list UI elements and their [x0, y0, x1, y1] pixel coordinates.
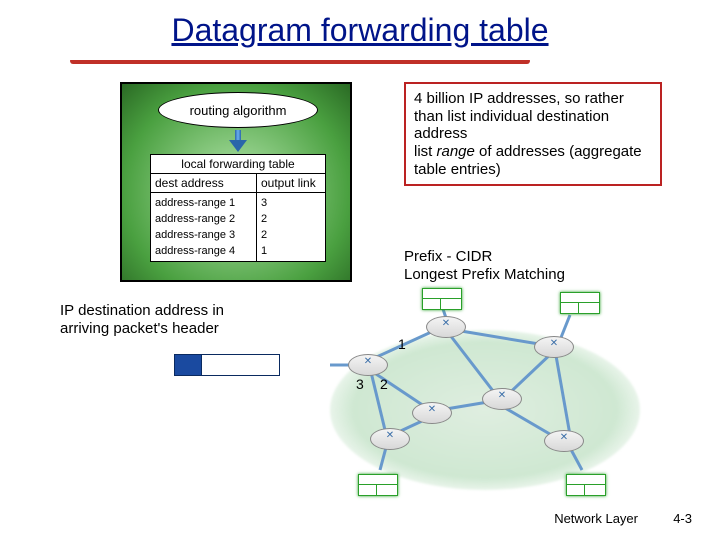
table-cell: 2 [261, 211, 321, 227]
mini-table-icon [422, 288, 462, 310]
prefix-note-l1: Prefix - CIDR [404, 248, 565, 266]
port-label-3: 3 [356, 376, 364, 392]
title-underline [70, 58, 530, 64]
forwarding-table-header: dest address output link [151, 173, 325, 193]
callout-box: 4 billion IP addresses, so rather than l… [404, 82, 662, 186]
forwarding-table-title: local forwarding table [151, 155, 325, 173]
packet-note: IP destination address in arriving packe… [60, 302, 224, 338]
router-icon [348, 354, 388, 376]
arrow-down-icon [231, 130, 245, 150]
table-cell: 1 [261, 243, 321, 259]
prefix-note-l2: Longest Prefix Matching [404, 266, 565, 284]
prefix-note: Prefix - CIDR Longest Prefix Matching [404, 248, 565, 284]
table-cell: address-range 2 [155, 211, 252, 227]
table-cell: 3 [261, 195, 321, 211]
router-icon [482, 388, 522, 410]
table-cell: 2 [261, 227, 321, 243]
forwarding-table-rows: address-range 1 address-range 2 address-… [151, 193, 325, 261]
packet-header-icon [174, 354, 202, 376]
packet-payload-icon [202, 354, 280, 376]
page-title: Datagram forwarding table [0, 0, 720, 49]
mini-table-icon [566, 474, 606, 496]
callout-line2a: list [414, 143, 437, 160]
router-icon [370, 428, 410, 450]
footer-chapter: Network Layer [554, 511, 638, 526]
col-dest-header: dest address [151, 174, 257, 192]
dest-column: address-range 1 address-range 2 address-… [151, 193, 257, 261]
forwarding-table: local forwarding table dest address outp… [150, 154, 326, 262]
table-cell: address-range 3 [155, 227, 252, 243]
port-label-2: 2 [380, 376, 388, 392]
router-icon [544, 430, 584, 452]
packet-note-l2: arriving packet's header [60, 320, 224, 338]
router-diagram: routing algorithm local forwarding table… [120, 82, 352, 282]
mini-table-icon [358, 474, 398, 496]
packet-icon [174, 354, 280, 376]
col-output-header: output link [257, 174, 325, 192]
mini-table-icon [560, 292, 600, 314]
routing-algorithm-label: routing algorithm [190, 103, 287, 118]
router-icon [534, 336, 574, 358]
packet-note-l1: IP destination address in [60, 302, 224, 320]
callout-line1: 4 billion IP addresses, so rather than l… [414, 90, 624, 142]
network-cloud [330, 330, 640, 490]
footer-page: 4-3 [673, 511, 692, 526]
table-cell: address-range 4 [155, 243, 252, 259]
router-body: routing algorithm local forwarding table… [122, 84, 350, 280]
router-icon [412, 402, 452, 424]
output-column: 3 2 2 1 [257, 193, 325, 261]
table-cell: address-range 1 [155, 195, 252, 211]
routing-algorithm-oval: routing algorithm [158, 92, 318, 128]
port-label-1: 1 [398, 336, 406, 352]
callout-range-italic: range [437, 143, 475, 160]
router-icon [426, 316, 466, 338]
